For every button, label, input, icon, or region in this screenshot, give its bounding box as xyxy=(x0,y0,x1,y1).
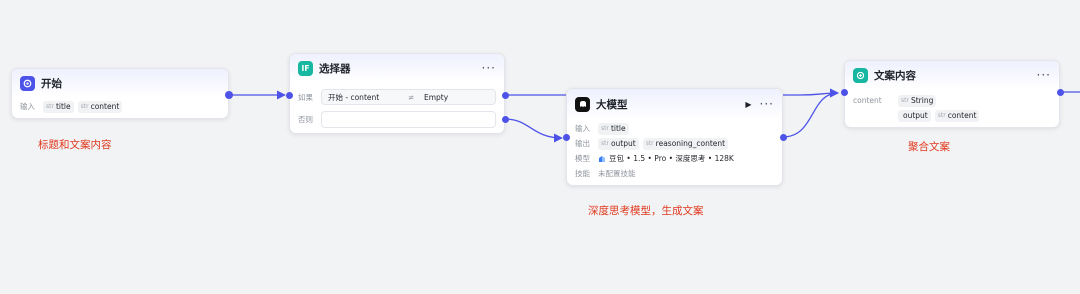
row-label: 否则 xyxy=(298,114,313,124)
selector-else-output-port[interactable] xyxy=(502,116,509,123)
node-title: 文案内容 xyxy=(874,69,916,82)
more-options-icon[interactable]: ··· xyxy=(760,98,774,110)
node-title: 开始 xyxy=(41,77,62,90)
llm-skill-row: 技能 未配置技能 xyxy=(567,166,782,181)
selector-node[interactable]: IF 选择器 ··· 如果 开始 - content ≠ Empty 否则 xyxy=(289,53,505,134)
edge-llm-to-content[interactable] xyxy=(782,88,839,138)
selector-if-output-port[interactable] xyxy=(502,92,509,99)
if-condition-icon: IF xyxy=(298,60,313,76)
annotation-merge: 聚合文案 xyxy=(908,141,950,153)
more-options-icon[interactable]: ··· xyxy=(1037,69,1051,81)
content-vars-row: output str content xyxy=(845,108,1059,123)
param-tag: output xyxy=(898,109,931,122)
row-label: 模型 xyxy=(575,154,590,163)
content-output-port[interactable] xyxy=(1057,89,1064,96)
annotation-llm: 深度思考模型，生成文案 xyxy=(588,205,704,217)
start-node-header: 开始 xyxy=(12,69,228,97)
condition-left: 开始 - content xyxy=(328,92,380,102)
row-label: content xyxy=(853,96,882,105)
row-label: 如果 xyxy=(298,92,313,102)
row-label: 输入 xyxy=(20,102,35,111)
edge-selector-else-to-llm[interactable] xyxy=(504,118,563,143)
else-branch-row: 否则 xyxy=(290,109,504,129)
start-node[interactable]: 开始 输入 str title str content xyxy=(11,68,229,119)
node-title: 选择器 xyxy=(319,62,351,75)
start-output-port[interactable] xyxy=(225,91,233,99)
more-options-icon[interactable]: ··· xyxy=(482,62,496,74)
content-input-port[interactable] xyxy=(841,89,848,96)
selector-input-port[interactable] xyxy=(286,92,293,99)
else-box[interactable] xyxy=(321,110,496,128)
play-circle-icon xyxy=(20,75,35,91)
annotation-start: 标题和文案内容 xyxy=(38,139,112,151)
llm-node-header: 大模型 ▶ ··· xyxy=(567,89,782,119)
llm-node[interactable]: 大模型 ▶ ··· 输入 str title 输出 str output str re… xyxy=(566,88,783,186)
model-value[interactable]: 豆包 • 1.5 • Pro • 深度思考 • 128K xyxy=(609,153,734,164)
llm-input-port[interactable] xyxy=(563,134,570,141)
param-tag: str reasoning_content xyxy=(642,137,729,150)
if-branch-row: 如果 开始 - content ≠ Empty xyxy=(290,87,504,107)
llm-input-row: 输入 str title xyxy=(567,121,782,136)
content-node[interactable]: 文案内容 ··· content str String output str con… xyxy=(844,60,1060,128)
llm-output-port[interactable] xyxy=(780,134,787,141)
start-input-row: 输入 str title str content xyxy=(12,99,228,114)
content-node-header: 文案内容 ··· xyxy=(845,61,1059,89)
row-label: 输出 xyxy=(575,139,590,148)
node-title: 大模型 xyxy=(596,98,628,111)
run-node-icon[interactable]: ▶ xyxy=(745,100,751,109)
condition-right: Empty xyxy=(424,92,449,102)
param-tag: str output xyxy=(598,137,639,150)
param-tag: str content xyxy=(77,100,123,113)
row-label: 输入 xyxy=(575,124,590,133)
aggregate-icon xyxy=(853,67,868,83)
llm-output-row: 输出 str output str reasoning_content xyxy=(567,136,782,151)
model-logo-icon xyxy=(575,96,590,112)
param-tag: str content xyxy=(934,109,980,122)
llm-model-row: 模型 豆包 • 1.5 • Pro • 深度思考 • 128K xyxy=(567,151,782,166)
row-label: 技能 xyxy=(575,169,590,178)
skill-value: 未配置技能 xyxy=(598,169,636,178)
condition-operator: ≠ xyxy=(408,92,415,102)
content-row: content str String xyxy=(845,93,1059,108)
param-tag: str String xyxy=(898,94,937,107)
doubao-logo-icon xyxy=(598,155,606,163)
condition-box[interactable]: 开始 - content ≠ Empty xyxy=(321,89,496,105)
param-tag: str title xyxy=(598,122,629,135)
param-tag: str title xyxy=(43,100,74,113)
selector-node-header: IF 选择器 ··· xyxy=(290,54,504,82)
